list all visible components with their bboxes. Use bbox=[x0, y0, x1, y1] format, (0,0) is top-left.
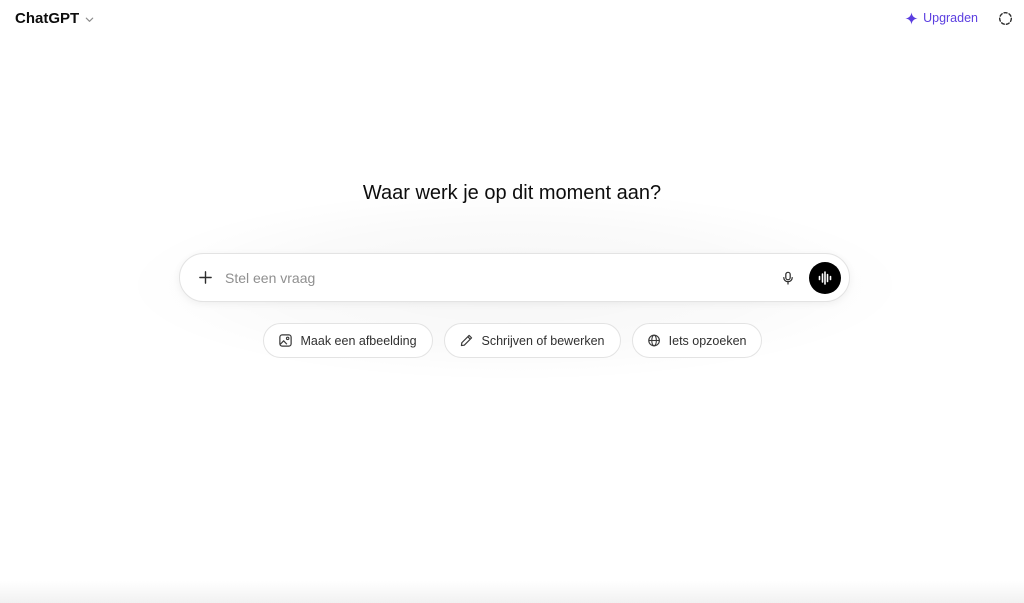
chip-look-up[interactable]: Iets opzoeken bbox=[631, 323, 762, 358]
chip-write-edit[interactable]: Schrijven of bewerken bbox=[443, 323, 621, 358]
chevron-down-icon bbox=[85, 17, 94, 22]
globe-icon bbox=[647, 334, 660, 347]
page-title: Waar werk je op dit moment aan? bbox=[362, 182, 662, 204]
suggestion-chips: Maak een afbeelding Schrijven of bewerke… bbox=[0, 323, 1024, 358]
model-name: ChatGPT bbox=[15, 9, 80, 27]
dictate-button[interactable] bbox=[775, 265, 801, 291]
microphone-icon bbox=[783, 271, 793, 285]
temporary-chat-button[interactable] bbox=[996, 9, 1014, 27]
chip-create-image[interactable]: Maak een afbeelding bbox=[262, 323, 433, 358]
header-actions: Upgraden bbox=[905, 9, 1014, 27]
pencil-icon bbox=[460, 334, 472, 347]
header: ChatGPT Upgraden bbox=[0, 0, 1024, 36]
image-icon bbox=[278, 334, 292, 347]
plus-icon bbox=[198, 271, 212, 284]
waveform-icon bbox=[818, 270, 832, 285]
chip-label: Schrijven of bewerken bbox=[481, 333, 605, 348]
composer bbox=[179, 253, 850, 302]
bottom-shadow bbox=[0, 581, 1024, 603]
model-switcher[interactable]: ChatGPT bbox=[15, 10, 95, 27]
attach-button[interactable] bbox=[194, 267, 216, 289]
upgrade-button[interactable]: Upgraden bbox=[905, 11, 978, 25]
chip-label: Iets opzoeken bbox=[668, 333, 747, 348]
upgrade-label: Upgraden bbox=[923, 11, 978, 25]
sparkle-icon bbox=[905, 11, 918, 25]
chip-label: Maak een afbeelding bbox=[300, 333, 417, 348]
page: ChatGPT Upgraden Waar werk je op dit mom… bbox=[0, 0, 1024, 603]
prompt-input[interactable] bbox=[225, 269, 775, 286]
dashed-circle-icon bbox=[998, 11, 1012, 25]
voice-mode-button[interactable] bbox=[809, 261, 841, 294]
